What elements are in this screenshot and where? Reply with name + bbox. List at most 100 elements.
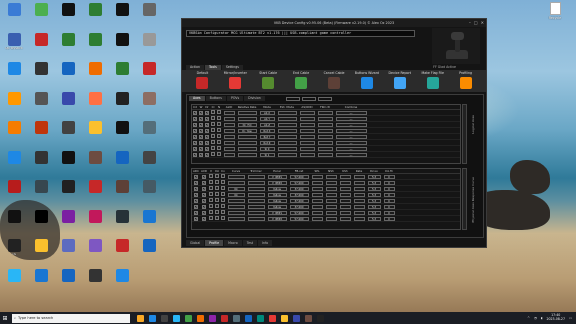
desktop-icon[interactable]	[108, 121, 136, 145]
rate-field[interactable]	[353, 186, 365, 191]
checkbox[interactable]	[209, 180, 213, 184]
checkbox[interactable]: ✓	[205, 152, 209, 157]
trim-field[interactable]	[247, 216, 265, 221]
excel-field[interactable]: V_IMIP2	[267, 216, 287, 221]
desktop-icon[interactable]	[135, 121, 163, 145]
excel-field[interactable]: Yellow	[267, 204, 287, 209]
chevron-up-icon[interactable]: ^	[527, 316, 530, 320]
desktop-icon[interactable]	[27, 180, 55, 204]
checkbox[interactable]	[221, 204, 225, 208]
taskbar-app[interactable]	[314, 312, 326, 324]
desktop-icon[interactable]	[54, 3, 82, 27]
desktop-icon[interactable]	[54, 209, 82, 234]
checkbox[interactable]: ✓	[205, 116, 209, 121]
rel-field[interactable]: Dr. Ytd	[237, 122, 257, 127]
dzlo-field[interactable]: 5.3	[367, 198, 381, 203]
nsh-field[interactable]	[325, 174, 337, 179]
curve-field[interactable]: Ok	[227, 186, 245, 191]
as-field[interactable]	[299, 116, 315, 121]
checkbox[interactable]: ✓	[193, 152, 197, 157]
taskbar-app[interactable]	[218, 312, 230, 324]
desktop-icon[interactable]	[0, 209, 28, 234]
axid-field[interactable]	[223, 134, 235, 139]
desktop-icon[interactable]	[81, 209, 109, 234]
desktop-icon[interactable]	[54, 32, 82, 57]
recycle-bin[interactable]: Recycle	[541, 2, 569, 20]
checkbox[interactable]	[209, 174, 213, 178]
taskbar-app[interactable]	[242, 312, 254, 324]
excel-field[interactable]: V_IMIP2	[267, 180, 287, 185]
checkbox[interactable]	[221, 216, 225, 220]
checkbox[interactable]: ✓	[193, 140, 197, 145]
checkbox[interactable]: ✓	[194, 186, 198, 191]
checkbox[interactable]	[209, 192, 213, 196]
desktop-icon[interactable]	[54, 239, 82, 263]
rate-field[interactable]	[353, 174, 365, 179]
clock[interactable]: 17:40 2023-08-27	[546, 314, 565, 321]
checkbox[interactable]	[221, 198, 225, 202]
checkbox[interactable]	[221, 186, 225, 190]
dzhi-field[interactable]: 0	[383, 180, 395, 185]
ext-field[interactable]	[277, 134, 297, 139]
ext-field[interactable]	[277, 140, 297, 145]
axid-field[interactable]	[223, 128, 235, 133]
ribbon-button[interactable]: Cancel Cable	[318, 71, 351, 91]
ext-field[interactable]	[277, 128, 297, 133]
rate-field[interactable]	[353, 198, 365, 203]
rel-field[interactable]	[237, 116, 257, 121]
combine-field[interactable]: ---	[335, 122, 367, 127]
rel-field[interactable]	[237, 134, 257, 139]
desktop-icon[interactable]	[135, 32, 163, 57]
combine-field[interactable]: ---	[335, 152, 367, 157]
taskbar-app[interactable]	[266, 312, 278, 324]
rel-field[interactable]	[237, 146, 257, 151]
combine-field[interactable]: ---	[335, 116, 367, 121]
as-field[interactable]	[299, 122, 315, 127]
desktop-icon[interactable]	[108, 62, 136, 86]
axis-selector[interactable]	[317, 96, 332, 101]
desktop-icon[interactable]	[0, 91, 28, 116]
desktop-icon[interactable]	[81, 91, 109, 116]
ribbon-tab[interactable]: Tools	[204, 65, 221, 70]
desktop-icon[interactable]	[108, 268, 136, 293]
checkbox[interactable]	[215, 192, 219, 196]
ksh-field[interactable]	[339, 174, 351, 179]
axid-field[interactable]	[223, 122, 235, 127]
desktop-icon[interactable]	[81, 268, 109, 293]
checkbox[interactable]	[209, 198, 213, 202]
bottom-tab[interactable]: Test	[242, 240, 258, 246]
desktop-icon[interactable]	[27, 209, 55, 234]
desktop-icon[interactable]	[108, 180, 136, 204]
as-field[interactable]	[299, 110, 315, 115]
desktop-icon[interactable]	[135, 180, 163, 204]
search-box[interactable]: ⌕ Type here to search	[12, 313, 130, 323]
bottom-tab[interactable]: Global	[186, 240, 205, 246]
trim-field[interactable]	[247, 186, 265, 191]
taskbar-app[interactable]	[158, 312, 170, 324]
curve-field[interactable]	[227, 204, 245, 209]
checkbox[interactable]: ✓	[199, 146, 203, 151]
curve-field[interactable]	[227, 210, 245, 215]
trim-field[interactable]	[247, 174, 265, 179]
checkbox[interactable]	[217, 134, 221, 138]
checkbox[interactable]	[217, 128, 221, 132]
dzlo-field[interactable]: 5.3	[367, 180, 381, 185]
checkbox[interactable]: ✓	[193, 128, 197, 133]
desktop-icon[interactable]	[135, 150, 163, 175]
taskbar-app[interactable]	[254, 312, 266, 324]
checkbox[interactable]	[221, 210, 225, 214]
ksh-field[interactable]	[339, 198, 351, 203]
sub-tab[interactable]: Division	[244, 96, 265, 101]
checkbox[interactable]: ✓	[205, 110, 209, 115]
dzhi-field[interactable]: 0	[383, 174, 395, 179]
checkbox[interactable]	[217, 110, 221, 114]
desktop-icon[interactable]	[81, 150, 109, 175]
checkbox[interactable]	[217, 140, 221, 144]
checkbox[interactable]	[211, 146, 215, 150]
nsh-field[interactable]	[325, 180, 337, 185]
checkbox[interactable]	[217, 116, 221, 120]
desktop-icon[interactable]	[81, 180, 109, 204]
checkbox[interactable]	[211, 110, 215, 114]
taskbar-app[interactable]	[194, 312, 206, 324]
nsh-field[interactable]	[325, 198, 337, 203]
